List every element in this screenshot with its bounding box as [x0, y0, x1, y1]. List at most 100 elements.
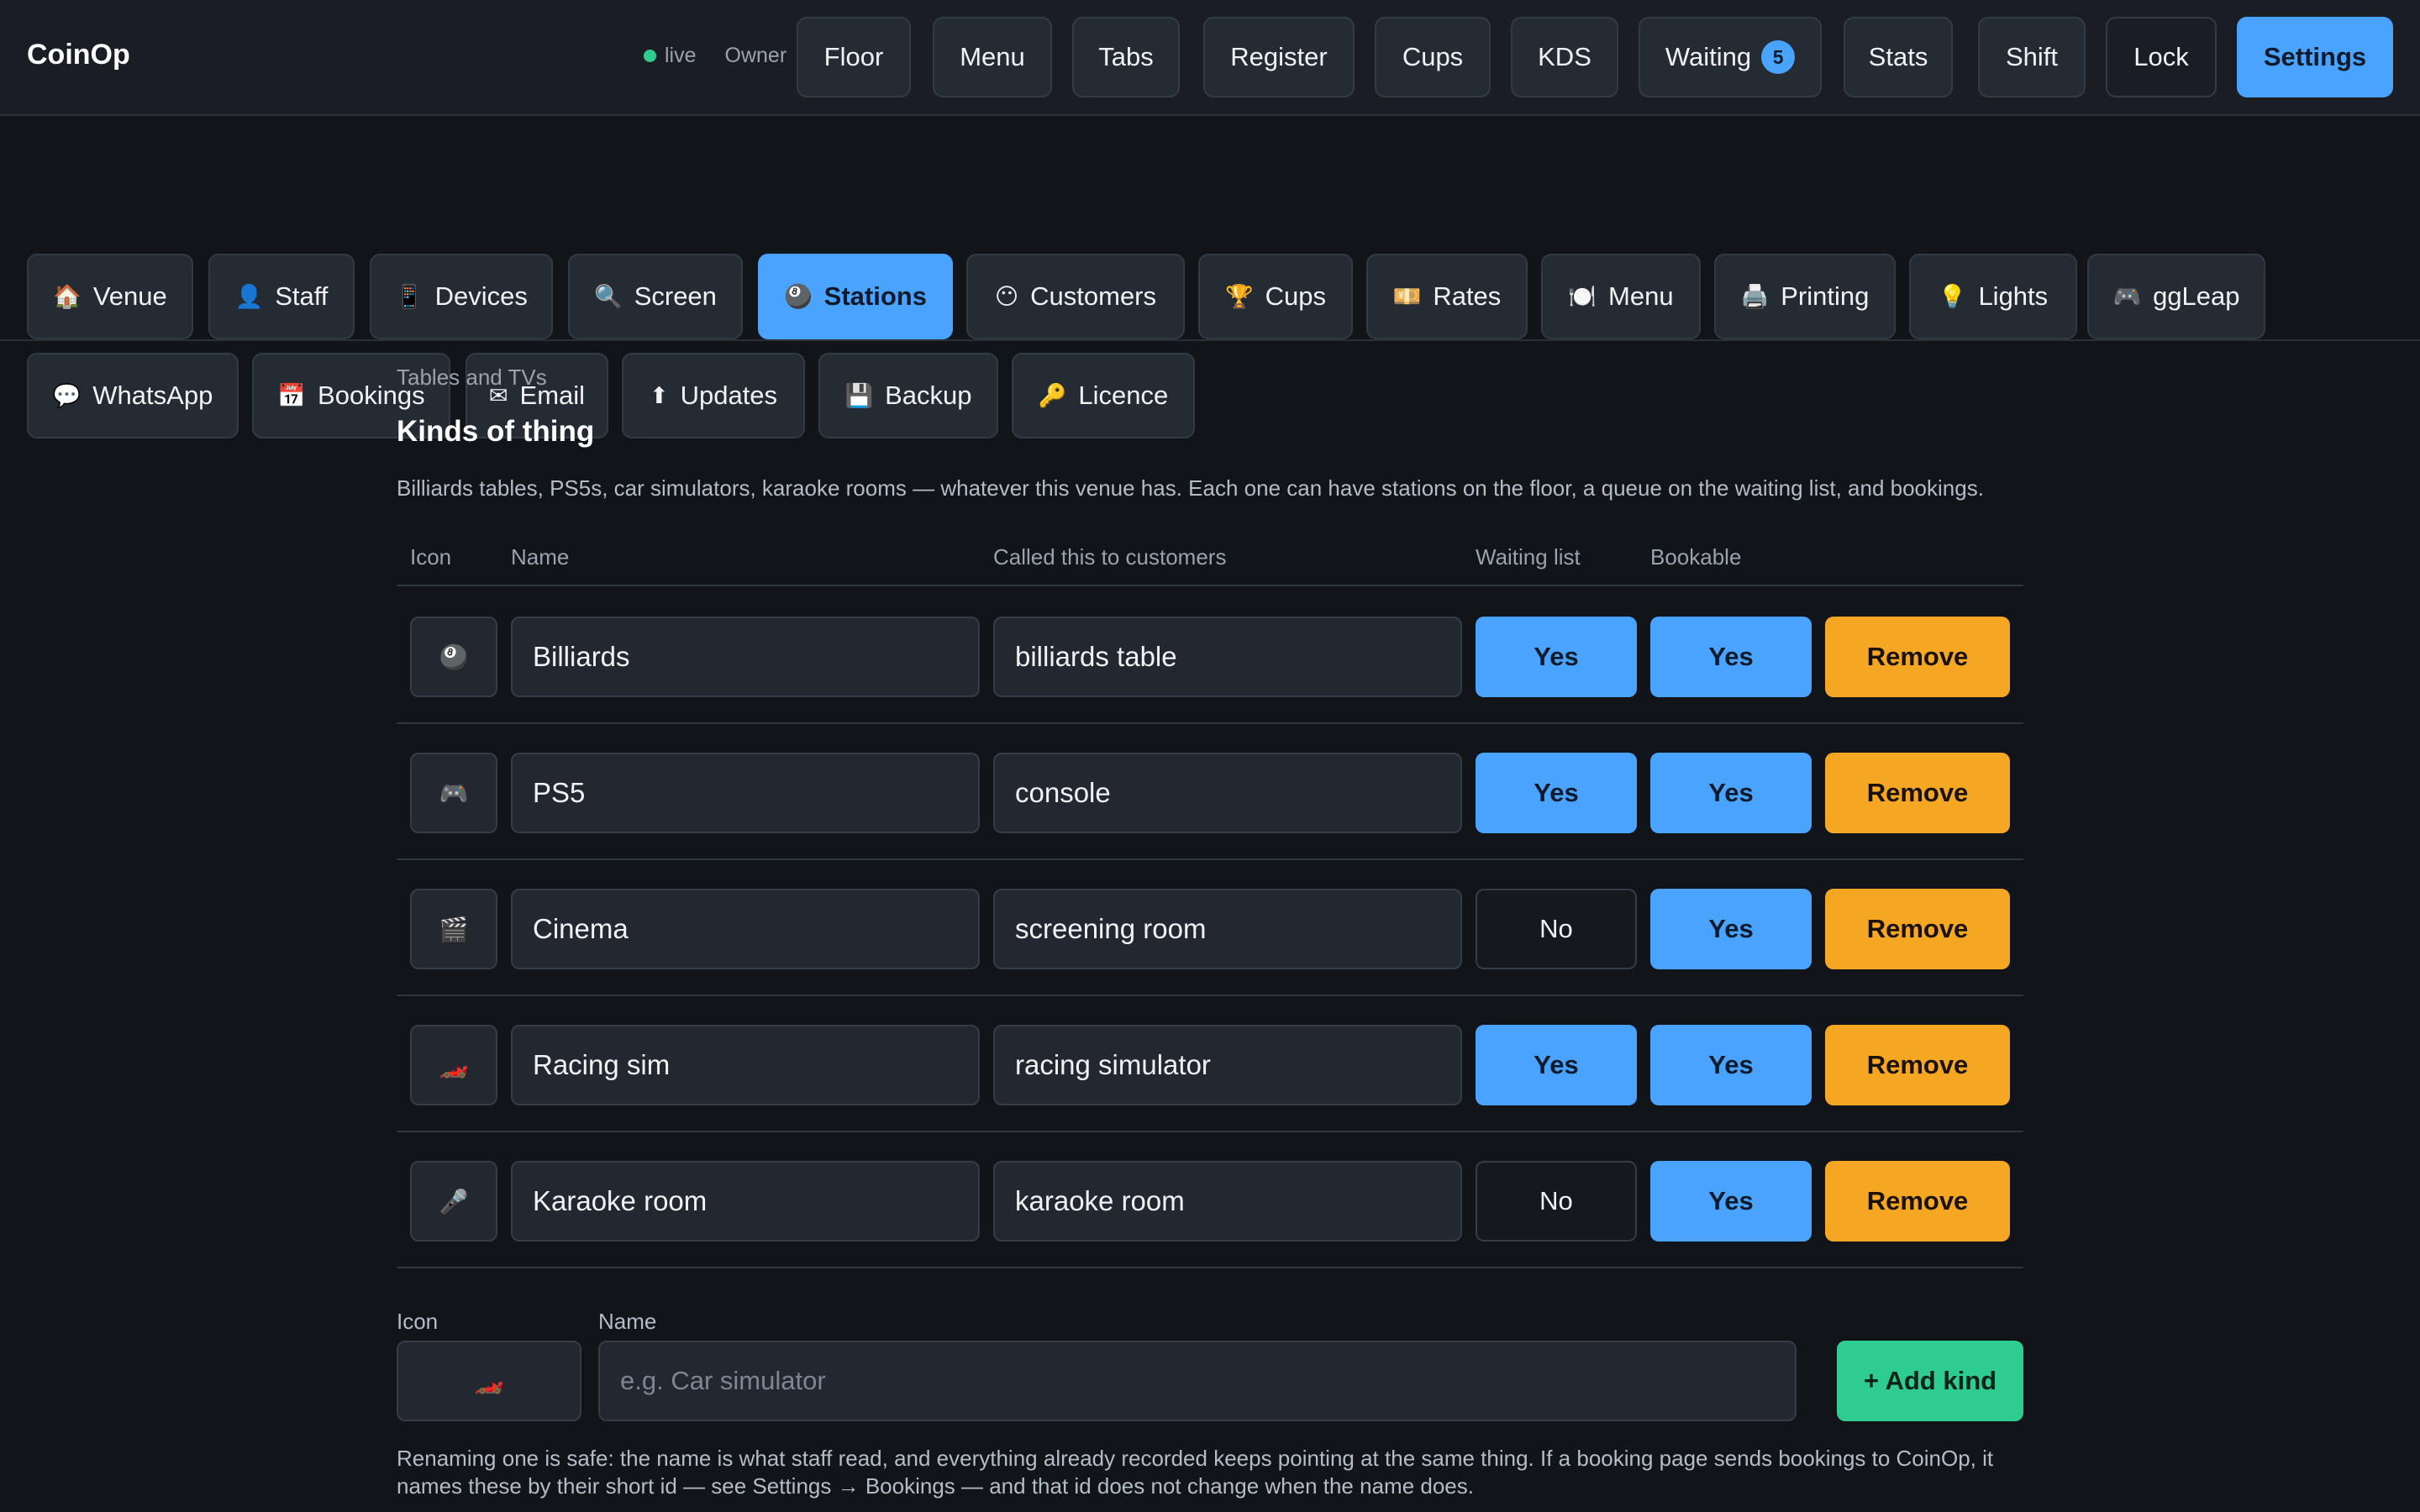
rename-note: Renaming one is safe: the name is what s…: [397, 1446, 1994, 1499]
tab-cups[interactable]: 🏆 Cups: [1198, 254, 1353, 339]
billiard-ball-icon[interactable]: 🎱: [410, 617, 497, 697]
race-car-icon: 🏎️: [474, 1368, 504, 1394]
app-title: CoinOp: [27, 39, 130, 71]
tab-licence[interactable]: 🔑 Licence: [1012, 353, 1195, 438]
kind-name-field[interactable]: Karaoke room: [511, 1161, 980, 1242]
add-icon-picker[interactable]: 🏎️: [397, 1341, 581, 1421]
header-icon: Icon: [410, 544, 452, 570]
tab-menu[interactable]: 🍽️ Menu: [1541, 254, 1701, 339]
bookable-toggle[interactable]: Yes: [1650, 1025, 1812, 1105]
nav-lock[interactable]: Lock: [2106, 17, 2217, 97]
add-kind-button[interactable]: + Add kind: [1837, 1341, 2023, 1421]
waiting-list-toggle[interactable]: Yes: [1476, 753, 1637, 833]
speech-bubble-icon: 💬: [52, 383, 82, 408]
kind-name-field[interactable]: PS5: [511, 753, 980, 833]
magnifier-icon: 🔍: [594, 284, 623, 309]
header-name: Name: [511, 544, 570, 570]
header-called: Called this to customers: [993, 544, 1227, 570]
printer-icon: 🖨️: [1740, 284, 1770, 309]
user-role: Owner: [724, 44, 787, 67]
section-title: Kinds of thing: [397, 415, 595, 448]
remove-button[interactable]: Remove: [1825, 617, 2010, 697]
nav-cups[interactable]: Cups: [1375, 17, 1491, 97]
table-header: Icon Name Called this to customers Waiti…: [397, 529, 2023, 586]
gamepad-icon: 🎮: [2112, 284, 2142, 309]
billiard-ball-icon: 🎱: [784, 284, 813, 309]
waiting-count-badge: 5: [1761, 40, 1796, 74]
header-waiting: Waiting list: [1476, 544, 1581, 570]
tab-customers[interactable]: 😶 Customers: [966, 254, 1185, 339]
nav-menu[interactable]: Menu: [933, 17, 1052, 97]
called-name-field[interactable]: screening room: [993, 889, 1462, 969]
kind-name-field[interactable]: Billiards: [511, 617, 980, 697]
nav-settings[interactable]: Settings: [2237, 17, 2393, 97]
tab-printing[interactable]: 🖨️ Printing: [1714, 254, 1896, 339]
person-icon: 👤: [234, 284, 264, 309]
race-car-icon[interactable]: 🏎️: [410, 1025, 497, 1105]
connection-status: live Owner: [644, 44, 786, 68]
add-icon-label: Icon: [397, 1309, 439, 1334]
tab-screen[interactable]: 🔍 Screen: [568, 254, 743, 339]
plate-cutlery-icon: 🍽️: [1568, 284, 1597, 309]
remove-button[interactable]: Remove: [1825, 1025, 2010, 1105]
tab-lights[interactable]: 💡 Lights: [1909, 254, 2077, 339]
waiting-list-toggle[interactable]: No: [1476, 889, 1637, 969]
tab-backup[interactable]: 💾 Backup: [818, 353, 998, 438]
house-icon: 🏠: [53, 284, 82, 309]
add-name-label: Name: [598, 1309, 657, 1334]
nav-tabs[interactable]: Tabs: [1072, 17, 1180, 97]
nav-waiting[interactable]: Waiting 5: [1639, 17, 1822, 97]
bookable-toggle[interactable]: Yes: [1650, 753, 1812, 833]
tab-staff[interactable]: 👤 Staff: [208, 254, 355, 339]
tab-venue[interactable]: 🏠 Venue: [27, 254, 193, 339]
trophy-icon: 🏆: [1225, 284, 1254, 309]
nav-kds[interactable]: KDS: [1511, 17, 1618, 97]
bookable-toggle[interactable]: Yes: [1650, 889, 1812, 969]
key-icon: 🔑: [1038, 383, 1067, 408]
remove-button[interactable]: Remove: [1825, 753, 2010, 833]
remove-button[interactable]: Remove: [1825, 889, 2010, 969]
waiting-list-toggle[interactable]: Yes: [1476, 1025, 1637, 1105]
nav-shift[interactable]: Shift: [1978, 17, 2086, 97]
tab-whatsapp[interactable]: 💬 WhatsApp: [27, 353, 239, 438]
table-row: 🎬 Cinema screening room No Yes Remove: [397, 860, 2023, 996]
table-row: 🎤 Karaoke room karaoke room No Yes Remov…: [397, 1132, 2023, 1268]
called-name-field[interactable]: billiards table: [993, 617, 1462, 697]
settings-tabs: 🏠 Venue 👤 Staff 📱 Devices 🔍 Screen 🎱 Stations…: [0, 118, 2420, 438]
table-row: 🏎️ Racing sim racing simulator Yes Yes R…: [397, 996, 2023, 1132]
face-icon: 😶: [994, 283, 1019, 309]
header-bookable: Bookable: [1650, 544, 1742, 570]
banknote-icon: 💴: [1392, 284, 1422, 309]
called-name-field[interactable]: console: [993, 753, 1462, 833]
tab-rates[interactable]: 💴 Rates: [1366, 254, 1528, 339]
bookable-toggle[interactable]: Yes: [1650, 617, 1812, 697]
table-row: 🎱 Billiards billiards table Yes Yes Remo…: [397, 588, 2023, 724]
tab-stations[interactable]: 🎱 Stations: [758, 254, 953, 339]
floppy-disk-icon: 💾: [844, 383, 874, 408]
status-text: live: [665, 44, 697, 67]
nav-floor[interactable]: Floor: [797, 17, 911, 97]
tab-devices[interactable]: 📱 Devices: [370, 254, 553, 339]
called-name-field[interactable]: karaoke room: [993, 1161, 1462, 1242]
kind-name-field[interactable]: Cinema: [511, 889, 980, 969]
bookable-toggle[interactable]: Yes: [1650, 1161, 1812, 1242]
waiting-list-toggle[interactable]: No: [1476, 1161, 1637, 1242]
nav-stats[interactable]: Stats: [1844, 17, 1953, 97]
gamepad-icon[interactable]: 🎮: [410, 753, 497, 833]
table-row: 🎮 PS5 console Yes Yes Remove: [397, 724, 2023, 860]
waiting-list-toggle[interactable]: Yes: [1476, 617, 1637, 697]
tab-ggleap[interactable]: 🎮 ggLeap: [2087, 254, 2265, 339]
kind-name-field[interactable]: Racing sim: [511, 1025, 980, 1105]
top-bar: CoinOp live Owner Floor Menu Tabs Regist…: [0, 0, 2420, 116]
arrow-up-icon: ⬆: [649, 382, 669, 408]
clapperboard-icon[interactable]: 🎬: [410, 889, 497, 969]
called-name-field[interactable]: racing simulator: [993, 1025, 1462, 1105]
microphone-icon[interactable]: 🎤: [410, 1161, 497, 1242]
tab-updates[interactable]: ⬆ Updates: [622, 353, 805, 438]
live-dot-icon: [644, 50, 656, 62]
remove-button[interactable]: Remove: [1825, 1161, 2010, 1242]
nav-register[interactable]: Register: [1203, 17, 1355, 97]
calendar-icon: 📅: [277, 383, 307, 408]
section-description: Billiards tables, PS5s, car simulators, …: [397, 475, 1984, 501]
add-name-input[interactable]: [598, 1341, 1797, 1421]
